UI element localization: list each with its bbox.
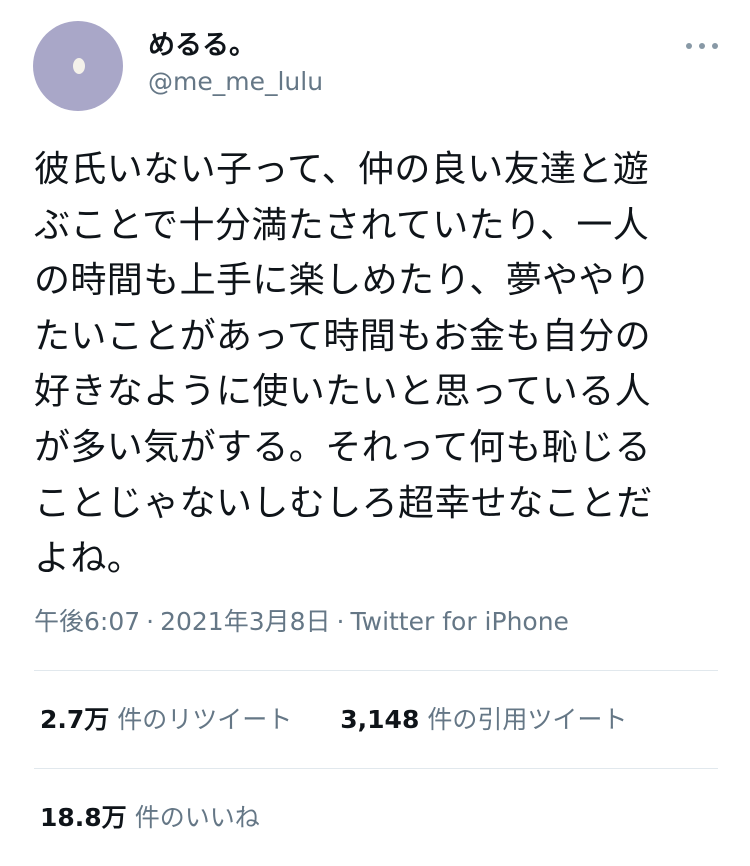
tweet-text-line: よね。 bbox=[34, 538, 144, 580]
tweet-text: 彼氏いない子って、仲の良い友達と遊 ぶことで十分満たされていたり、一人 の時間も… bbox=[34, 142, 724, 587]
more-dot bbox=[686, 43, 692, 49]
likes-stat[interactable]: 18.8万 件のいいね bbox=[40, 802, 260, 834]
stats-row-likes: 18.8万 件のいいね bbox=[40, 802, 260, 834]
tweet-source[interactable]: Twitter for iPhone bbox=[350, 607, 568, 636]
divider bbox=[34, 670, 718, 671]
stats-row-retweets: 2.7万 件のリツイート 3,148 件の引用ツイート bbox=[40, 704, 627, 736]
meta-separator: · bbox=[336, 607, 345, 636]
tweet-text-line: たいことがあって時間もお金も自分の bbox=[34, 315, 652, 357]
more-dot bbox=[712, 43, 718, 49]
avatar[interactable] bbox=[33, 21, 123, 111]
avatar-egg-graphic bbox=[73, 58, 85, 74]
more-dot bbox=[699, 43, 705, 49]
more-options-icon[interactable] bbox=[686, 36, 718, 56]
likes-label: 件のいいね bbox=[134, 803, 260, 832]
tweet-text-line: の時間も上手に楽しめたり、夢ややり bbox=[34, 260, 652, 302]
tweet-text-line: ことじゃないしむしろ超幸せなことだ bbox=[34, 482, 653, 524]
quotes-count: 3,148 bbox=[340, 705, 420, 734]
tweet-text-line: 彼氏いない子って、仲の良い友達と遊 bbox=[34, 149, 650, 190]
likes-count: 18.8万 bbox=[40, 803, 127, 832]
quotes-stat[interactable]: 3,148 件の引用ツイート bbox=[340, 704, 627, 736]
divider bbox=[34, 768, 718, 769]
user-handle[interactable]: @me_me_lulu bbox=[148, 66, 323, 98]
retweets-label: 件のリツイート bbox=[117, 705, 293, 734]
retweets-count: 2.7万 bbox=[40, 705, 110, 734]
quotes-label: 件の引用ツイート bbox=[427, 705, 628, 734]
tweet-time[interactable]: 午後6:07 bbox=[34, 607, 140, 636]
tweet-text-line: ぶことで十分満たされていたり、一人 bbox=[34, 204, 650, 246]
tweet-meta: 午後6:07 · 2021年3月8日 · Twitter for iPhone bbox=[34, 606, 569, 638]
tweet-detail: めるる。 @me_me_lulu 彼氏いない子って、仲の良い友達と遊 ぶことで十… bbox=[0, 0, 750, 866]
tweet-text-line: 好きなように使いたいと思っている人 bbox=[34, 371, 652, 413]
display-name[interactable]: めるる。 bbox=[148, 29, 256, 63]
retweets-stat[interactable]: 2.7万 件のリツイート bbox=[40, 704, 292, 736]
tweet-date[interactable]: 2021年3月8日 bbox=[160, 607, 330, 636]
meta-separator: · bbox=[146, 607, 155, 636]
tweet-text-line: が多い気がする。それって何も恥じる bbox=[34, 426, 652, 468]
